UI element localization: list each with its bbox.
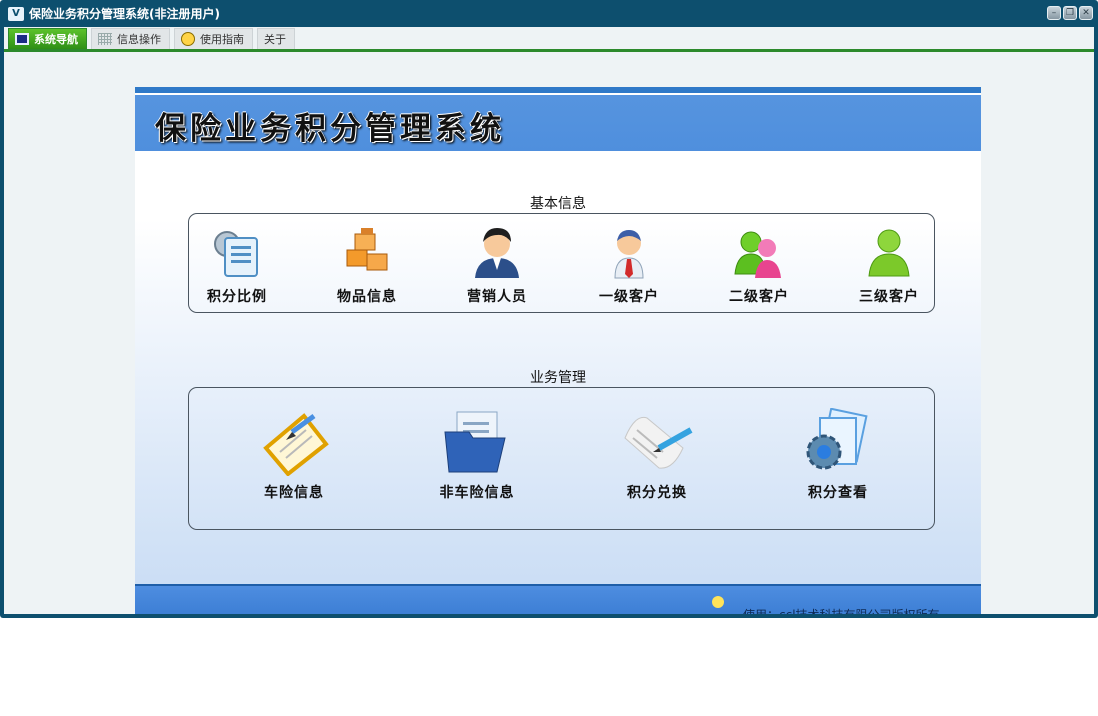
window-title: 保险业务积分管理系统(非注册用户) <box>29 7 220 21</box>
business-group: 车险信息 非车险信息 积分兑换 积分查看 <box>188 387 935 530</box>
tab-label: 关于 <box>264 33 286 46</box>
item-sales-staff[interactable]: 营销人员 <box>457 224 537 306</box>
group-icon <box>734 231 781 278</box>
item-label: 三级客户 <box>859 289 919 305</box>
tab-label: 信息操作 <box>117 33 161 46</box>
monitor-icon <box>15 33 29 45</box>
tab-label: 使用指南 <box>200 33 244 46</box>
banner: 保险业务积分管理系统 <box>135 87 981 151</box>
salesperson-icon <box>475 228 519 278</box>
settings-document-icon <box>214 231 258 277</box>
item-level2-customer[interactable]: 二级客户 <box>719 224 799 306</box>
title-bar[interactable]: V 保险业务积分管理系统(非注册用户) – ❐ ✕ <box>3 0 1095 27</box>
note-pen-icon <box>624 416 693 469</box>
close-button[interactable]: ✕ <box>1079 6 1093 20</box>
item-non-vehicle-insurance[interactable]: 非车险信息 <box>427 408 527 502</box>
tab-system-navigation[interactable]: 系统导航 <box>8 28 87 49</box>
item-points-ratio[interactable]: 积分比例 <box>197 224 277 306</box>
item-label: 车险信息 <box>264 485 324 501</box>
section-label-basic-info: 基本信息 <box>530 196 586 212</box>
banner-title: 保险业务积分管理系统 <box>155 111 505 147</box>
app-window: V 保险业务积分管理系统(非注册用户) – ❐ ✕ 系统导航 信息操作 使用指南… <box>0 0 1098 618</box>
tab-bar: 系统导航 信息操作 使用指南 关于 <box>4 27 1094 52</box>
minimize-button[interactable]: – <box>1047 6 1061 20</box>
section-label-business: 业务管理 <box>530 370 586 386</box>
item-level3-customer[interactable]: 三级客户 <box>849 224 929 306</box>
navigation-panel: 保险业务积分管理系统 基本信息 积分比例 物品信息 营销人员 一级客户 二级客户… <box>135 87 981 614</box>
tab-user-guide[interactable]: 使用指南 <box>174 28 253 49</box>
restore-button[interactable]: ❐ <box>1063 6 1077 20</box>
user-icon <box>868 229 910 277</box>
folder-icon <box>444 411 506 473</box>
footer-text: 使用：ccl技术科技有限公司版权所有 <box>743 606 940 614</box>
bulb-icon <box>712 596 724 608</box>
window-controls: – ❐ ✕ <box>1047 6 1093 20</box>
person-icon <box>614 230 644 279</box>
footer: 使用：ccl技术科技有限公司版权所有 <box>135 584 981 614</box>
item-label: 积分比例 <box>207 289 267 305</box>
client-area: 系统导航 信息操作 使用指南 关于 保险业务积分管理系统 基本信息 积分比例 物… <box>4 27 1094 614</box>
item-goods-info[interactable]: 物品信息 <box>327 224 407 306</box>
tab-label: 系统导航 <box>34 33 78 46</box>
smile-icon <box>181 32 195 46</box>
basic-info-group: 积分比例 物品信息 营销人员 一级客户 二级客户 三级客户 <box>188 213 935 313</box>
item-label: 一级客户 <box>599 289 659 305</box>
item-level1-customer[interactable]: 一级客户 <box>589 224 669 306</box>
item-vehicle-insurance[interactable]: 车险信息 <box>249 408 339 502</box>
grid-icon <box>98 33 112 45</box>
item-label: 积分兑换 <box>627 485 687 501</box>
item-label: 二级客户 <box>729 289 789 305</box>
item-label: 营销人员 <box>467 289 527 305</box>
tab-info-operations[interactable]: 信息操作 <box>91 28 170 49</box>
item-points-exchange[interactable]: 积分兑换 <box>612 408 702 502</box>
item-label: 物品信息 <box>337 289 397 305</box>
item-points-view[interactable]: 积分查看 <box>793 408 883 502</box>
item-label: 积分查看 <box>808 485 868 501</box>
tab-about[interactable]: 关于 <box>257 28 295 49</box>
clipboard-icon <box>263 413 329 476</box>
boxes-icon <box>346 228 388 271</box>
app-icon: V <box>8 6 24 21</box>
item-label: 非车险信息 <box>439 485 515 501</box>
gear-documents-icon <box>806 408 868 470</box>
